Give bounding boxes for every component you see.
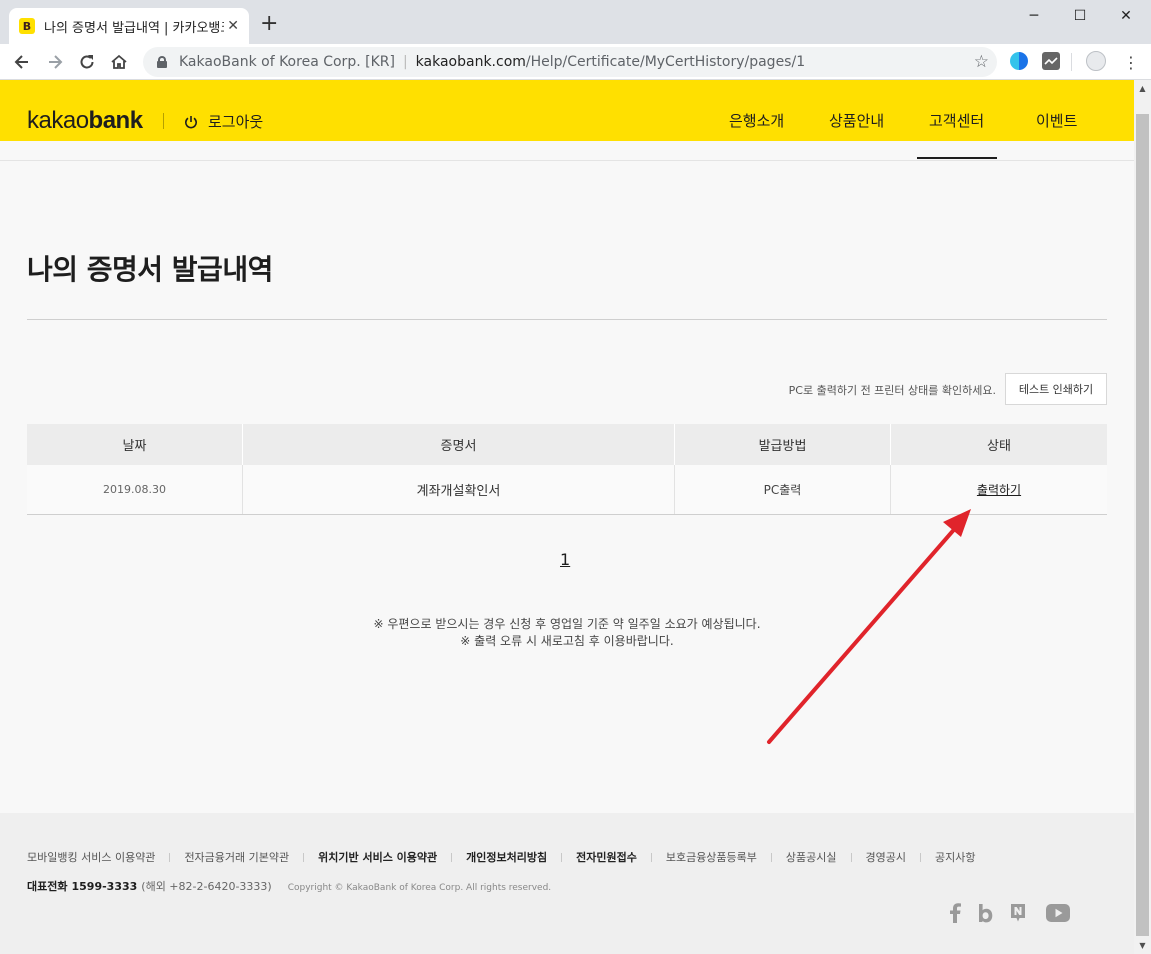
tel-label: 대표전화 xyxy=(27,880,68,893)
footer-link-management-disclosure[interactable]: 경영공시 xyxy=(866,849,906,865)
footer-separator xyxy=(561,852,563,862)
youtube-icon[interactable] xyxy=(1045,902,1071,924)
window-close-button[interactable]: ✕ xyxy=(1103,4,1149,28)
footer-separator xyxy=(169,852,171,862)
address-separator: | xyxy=(402,54,408,70)
facebook-icon[interactable] xyxy=(946,902,964,924)
footer-link-location-terms[interactable]: 위치기반 서비스 이용약관 xyxy=(318,849,437,865)
home-icon[interactable] xyxy=(107,50,131,74)
footer-separator xyxy=(920,852,922,862)
footer-link-complaint[interactable]: 전자민원접수 xyxy=(576,849,637,865)
footer-links: 모바일뱅킹 서비스 이용약관 전자금융거래 기본약관 위치기반 서비스 이용약관… xyxy=(27,849,976,865)
address-bar[interactable]: KakaoBank of Korea Corp. [KR] | kakaoban… xyxy=(143,47,997,77)
naver-post-icon[interactable] xyxy=(1008,902,1028,924)
footer-separator xyxy=(303,852,305,862)
footer-link-privacy-policy[interactable]: 개인정보처리방침 xyxy=(466,849,547,865)
site-footer: 모바일뱅킹 서비스 이용약관 전자금융거래 기본약관 위치기반 서비스 이용약관… xyxy=(0,813,1134,954)
star-icon[interactable]: ☆ xyxy=(974,52,989,72)
footer-contact: 대표전화 1599-3333 (해외 +82-2-6420-3333) Copyrig… xyxy=(27,878,551,894)
footer-link-product-disclosure[interactable]: 상품공시실 xyxy=(786,849,837,865)
page-content: kakaobank 로그아웃 은행소개 상품안내 고객센터 이벤트 나의 증명서… xyxy=(0,80,1134,954)
forward-icon[interactable] xyxy=(43,50,67,74)
window-maximize-button[interactable]: ☐ xyxy=(1057,4,1103,28)
browser-tab[interactable]: B 나의 증명서 발급내역 | 카카오뱅크 ✕ xyxy=(9,8,249,44)
menu-icon[interactable]: ⋮ xyxy=(1119,50,1143,74)
profile-icon[interactable] xyxy=(1086,51,1106,71)
scrollbar-thumb[interactable] xyxy=(1136,114,1149,936)
brunch-icon[interactable] xyxy=(976,902,994,924)
footer-link-notices[interactable]: 공지사항 xyxy=(935,849,975,865)
overseas-tel: (해외 +82-2-6420-3333) xyxy=(141,880,272,893)
url-path: /Help/Certificate/MyCertHistory/pages/1 xyxy=(525,54,806,70)
lock-icon xyxy=(157,56,167,68)
footer-link-protected-products[interactable]: 보호금융상품등록부 xyxy=(666,849,757,865)
extension-chart-icon[interactable] xyxy=(1042,52,1060,70)
new-tab-button[interactable]: + xyxy=(260,13,278,35)
browser-toolbar: KakaoBank of Korea Corp. [KR] | kakaoban… xyxy=(0,44,1151,80)
copyright: Copyright © KakaoBank of Korea Corp. All… xyxy=(287,883,552,893)
toolbar-divider xyxy=(1071,53,1072,71)
certificate-org: KakaoBank of Korea Corp. [KR] xyxy=(179,54,395,70)
footer-separator xyxy=(650,852,652,862)
footer-separator xyxy=(451,852,453,862)
url-host: kakaobank.com xyxy=(415,54,526,70)
scroll-up-icon[interactable]: ▲ xyxy=(1134,80,1151,97)
footer-link-mobile-terms[interactable]: 모바일뱅킹 서비스 이용약관 xyxy=(27,849,155,865)
tel-number: 1599-3333 xyxy=(71,880,138,893)
tab-close-icon[interactable]: ✕ xyxy=(227,18,239,34)
back-icon[interactable] xyxy=(10,50,34,74)
browser-titlebar: B 나의 증명서 발급내역 | 카카오뱅크 ✕ + ─ ☐ ✕ xyxy=(0,0,1151,44)
window-minimize-button[interactable]: ─ xyxy=(1011,4,1057,28)
reload-icon[interactable] xyxy=(75,50,99,74)
extension-globe-icon[interactable] xyxy=(1010,52,1028,70)
vertical-scrollbar[interactable]: ▲ ▼ xyxy=(1134,80,1151,954)
tab-title: 나의 증명서 발급내역 | 카카오뱅크 xyxy=(44,20,224,36)
footer-separator xyxy=(850,852,852,862)
scroll-down-icon[interactable]: ▼ xyxy=(1134,937,1151,954)
kakaobank-favicon-icon: B xyxy=(19,18,35,34)
footer-link-efinance-terms[interactable]: 전자금융거래 기본약관 xyxy=(184,849,289,865)
footer-separator xyxy=(770,852,772,862)
